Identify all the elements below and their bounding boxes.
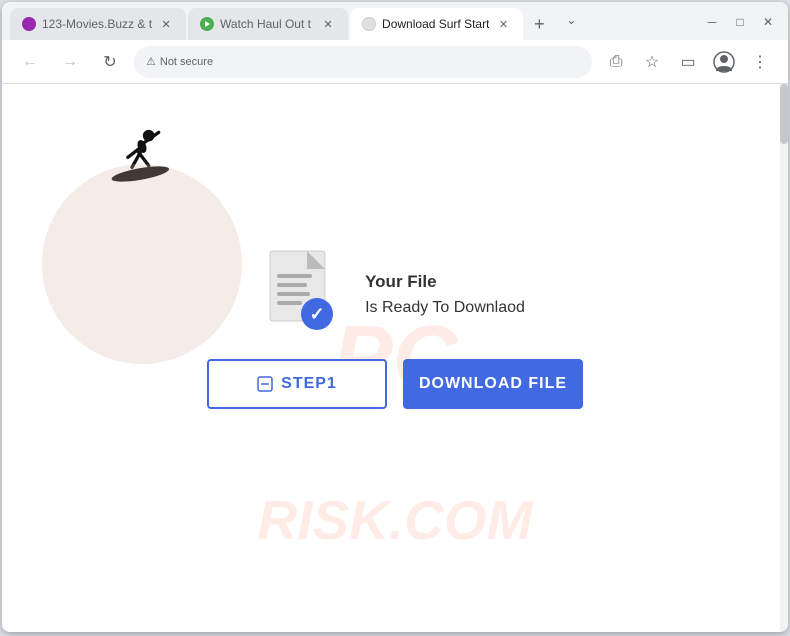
- close-button[interactable]: ✕: [756, 10, 780, 34]
- file-ready-line2: Is Ready To Downlaod: [365, 295, 525, 321]
- tab-2[interactable]: Watch Haul Out t ✕: [188, 8, 348, 40]
- maximize-button[interactable]: □: [728, 10, 752, 34]
- tab-2-title: Watch Haul Out t: [220, 17, 314, 31]
- browser-window: 123-Movies.Buzz & t ✕ Watch Haul Out t ✕…: [2, 2, 788, 632]
- file-icon: ✓: [265, 249, 345, 339]
- tab-2-favicon: [200, 17, 214, 31]
- download-file-button[interactable]: DOWNLOAD FILE: [403, 359, 583, 409]
- bookmark-button[interactable]: ☆: [636, 46, 668, 78]
- menu-button[interactable]: ⋮: [744, 46, 776, 78]
- file-ready-line1: Your File: [365, 268, 525, 295]
- window-controls: ─ □ ✕: [700, 10, 780, 34]
- minimize-button[interactable]: ─: [700, 10, 724, 34]
- forward-button[interactable]: →: [54, 46, 86, 78]
- file-ready-container: ✓ Your File Is Ready To Downlaod: [265, 249, 525, 339]
- tab-3-close[interactable]: ✕: [495, 16, 511, 32]
- tab-2-close[interactable]: ✕: [320, 16, 336, 32]
- download-label: DOWNLOAD FILE: [419, 375, 567, 393]
- tab-1-title: 123-Movies.Buzz & t: [42, 17, 152, 31]
- document-icon: ✓: [265, 249, 345, 339]
- tab-1-close[interactable]: ✕: [158, 16, 174, 32]
- tab-3[interactable]: Download Surf Start ✕: [350, 8, 523, 40]
- nav-actions: ⎙ ☆ ▭ ⋮: [600, 46, 776, 78]
- download-section: ✓ Your File Is Ready To Downlaod STEP1 D…: [207, 249, 583, 409]
- security-indicator: ⚠ Not secure: [146, 55, 213, 68]
- scrollbar-thumb[interactable]: [780, 84, 788, 144]
- security-label: Not secure: [160, 56, 213, 68]
- svg-text:✓: ✓: [310, 304, 325, 324]
- tab-1[interactable]: 123-Movies.Buzz & t ✕: [10, 8, 186, 40]
- step1-button[interactable]: STEP1: [207, 359, 387, 409]
- scrollbar[interactable]: [780, 84, 788, 632]
- file-ready-text: Your File Is Ready To Downlaod: [365, 268, 525, 321]
- tab-3-favicon: [362, 17, 376, 31]
- watermark-risk: RISK.COM: [258, 488, 533, 552]
- new-tab-button[interactable]: +: [525, 10, 553, 38]
- title-bar: 123-Movies.Buzz & t ✕ Watch Haul Out t ✕…: [2, 2, 788, 40]
- surfer-logo: [82, 114, 182, 209]
- surfer-icon: [82, 114, 182, 204]
- page-content: PC RISK.COM: [2, 84, 788, 632]
- share-button[interactable]: ⎙: [600, 46, 632, 78]
- profile-button[interactable]: [708, 46, 740, 78]
- tab-3-title: Download Surf Start: [382, 17, 489, 31]
- tab-1-favicon: [22, 17, 36, 31]
- step1-icon: [257, 376, 273, 392]
- warning-icon: ⚠: [146, 55, 156, 68]
- reload-button[interactable]: ↻: [94, 46, 126, 78]
- step1-label: STEP1: [281, 375, 337, 393]
- back-button[interactable]: ←: [14, 46, 46, 78]
- tab-list-button[interactable]: ⌄: [555, 4, 587, 36]
- cast-button[interactable]: ▭: [672, 46, 704, 78]
- address-bar[interactable]: ⚠ Not secure: [134, 46, 592, 78]
- navigation-bar: ← → ↻ ⚠ Not secure ⎙ ☆ ▭ ⋮: [2, 40, 788, 84]
- action-buttons: STEP1 DOWNLOAD FILE: [207, 359, 583, 409]
